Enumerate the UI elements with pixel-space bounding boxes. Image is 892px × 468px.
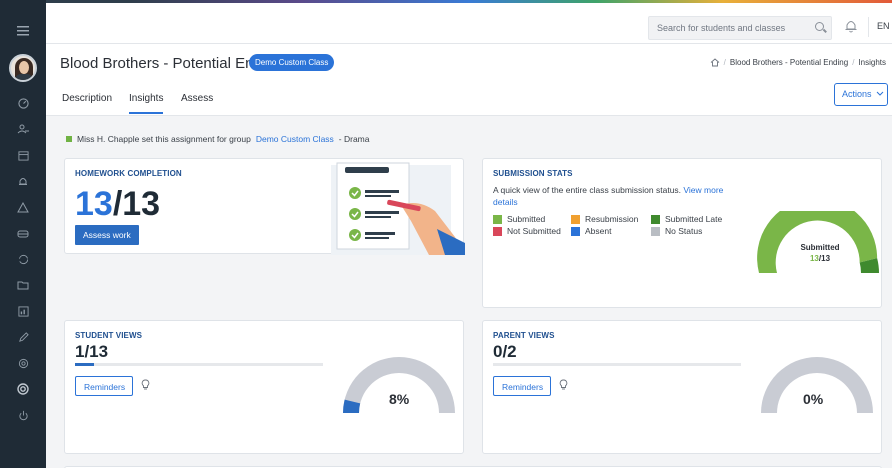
legend-submitted-late: Submitted Late	[651, 214, 722, 224]
legend-not-submitted: Not Submitted	[493, 226, 561, 236]
homework-total: /13	[112, 185, 161, 223]
parent-views-progress	[493, 363, 741, 366]
parent-reminders-button[interactable]: Reminders	[493, 376, 551, 396]
search-icon[interactable]	[815, 22, 824, 31]
breadcrumb-assignment[interactable]: Blood Brothers - Potential Ending	[730, 58, 848, 67]
gauge-status-label: Submitted	[800, 243, 840, 252]
lightbulb-icon[interactable]	[559, 379, 568, 391]
student-views-value: 1/13	[75, 342, 109, 361]
homework-completion-card: HOMEWORK COMPLETION 13/13 Assess work	[64, 158, 465, 255]
breadcrumb: / Blood Brothers - Potential Ending / In…	[710, 58, 892, 67]
homework-count: 13/13	[75, 185, 160, 224]
gauge-submitted-arc	[757, 211, 878, 273]
note-suffix: - Drama	[338, 134, 370, 144]
class-badge[interactable]: Demo Custom Class	[249, 54, 335, 71]
student-views-card: STUDENT VIEWS 1/13 Reminders 8%	[64, 320, 464, 454]
submission-stats-card: SUBMISSION STATS A quick view of the ent…	[482, 158, 882, 308]
legend-absent: Absent	[571, 226, 611, 236]
student-views-percent: 8%	[389, 391, 410, 407]
submission-gauge	[757, 211, 879, 273]
gauge-total: /13	[818, 254, 831, 263]
parent-views-title: PARENT VIEWS	[493, 331, 555, 340]
note-prefix: Miss H. Chapple set this assignment for …	[77, 134, 251, 144]
users-icon[interactable]	[0, 118, 46, 140]
help-icon[interactable]	[0, 378, 46, 400]
actions-label: Actions	[842, 89, 872, 99]
language-label: EN	[877, 21, 890, 31]
student-views-progress	[75, 363, 323, 366]
sidebar	[0, 0, 46, 468]
avatar[interactable]	[9, 54, 37, 82]
chevron-down-icon	[876, 91, 884, 96]
submission-title: SUBMISSION STATS	[493, 169, 573, 178]
bell-icon[interactable]	[844, 18, 858, 34]
actions-button[interactable]: Actions	[834, 83, 888, 106]
folder-icon[interactable]	[0, 274, 46, 296]
legend-swatch	[571, 214, 580, 224]
gauge-center-label: Submitted 13/13	[795, 243, 845, 263]
student-reminders-button[interactable]: Reminders	[75, 376, 133, 396]
assess-work-button[interactable]: Assess work	[75, 225, 139, 245]
notifications-icon[interactable]	[0, 170, 46, 192]
parent-views-card: PARENT VIEWS 0/2 Reminders 0%	[482, 320, 882, 454]
legend-label: Submitted Late	[665, 214, 723, 224]
legend-no-status: No Status	[651, 226, 702, 236]
legend-label: Submitted	[507, 214, 546, 224]
menu-icon[interactable]	[0, 20, 46, 42]
checklist-illustration-icon	[331, 162, 465, 255]
gauge-count: 13/13	[795, 254, 845, 263]
homework-title: HOMEWORK COMPLETION	[75, 169, 182, 178]
brand-stripe	[46, 0, 892, 3]
warning-icon[interactable]	[0, 196, 46, 218]
search-placeholder: Search for students and classes	[657, 23, 786, 33]
group-link[interactable]: Demo Custom Class	[256, 134, 334, 144]
power-icon[interactable]	[0, 404, 46, 426]
legend-swatch	[651, 214, 660, 224]
tab-bar: Description Insights Assess Actions	[46, 80, 892, 116]
legend-swatch	[493, 226, 502, 236]
status-square	[66, 136, 72, 142]
legend-swatch	[493, 214, 502, 224]
homework-done: 13	[75, 185, 113, 223]
progress-fill	[75, 363, 95, 366]
student-views-title: STUDENT VIEWS	[75, 331, 143, 340]
reports-icon[interactable]	[0, 300, 46, 322]
parent-views-value: 0/2	[493, 342, 517, 361]
search-input[interactable]: Search for students and classes	[648, 16, 832, 40]
legend-label: Not Submitted	[507, 226, 561, 236]
calendar-icon[interactable]	[0, 144, 46, 166]
assignment-note: Miss H. Chapple set this assignment for …	[66, 134, 370, 144]
sync-icon[interactable]	[0, 248, 46, 270]
legend-resubmission: Resubmission	[571, 214, 638, 224]
breadcrumb-current: Insights	[858, 58, 886, 67]
legend-submitted: Submitted	[493, 214, 545, 224]
settings-icon[interactable]	[0, 352, 46, 374]
dashboard-icon[interactable]	[0, 92, 46, 114]
tab-assess[interactable]: Assess	[181, 93, 213, 104]
legend-swatch	[651, 226, 660, 236]
legend-label: Absent	[585, 226, 612, 236]
parent-views-percent: 0%	[803, 391, 824, 407]
gauge-done: 13	[809, 254, 819, 263]
submission-desc-text: A quick view of the entire class submiss…	[493, 185, 682, 195]
pen-icon[interactable]	[0, 326, 46, 348]
legend-label: Resubmission	[585, 214, 639, 224]
home-icon[interactable]	[710, 58, 720, 67]
tab-insights[interactable]: Insights	[129, 93, 164, 114]
behaviour-icon[interactable]	[0, 222, 46, 244]
lightbulb-icon[interactable]	[141, 379, 150, 391]
language-selector[interactable]: EN	[868, 17, 892, 37]
submission-description: A quick view of the entire class submiss…	[493, 184, 743, 208]
legend-swatch	[571, 226, 580, 236]
legend-label: No Status	[665, 226, 703, 236]
page-header: Blood Brothers - Potential Ending Demo C…	[46, 44, 892, 80]
tab-description[interactable]: Description	[62, 93, 112, 104]
